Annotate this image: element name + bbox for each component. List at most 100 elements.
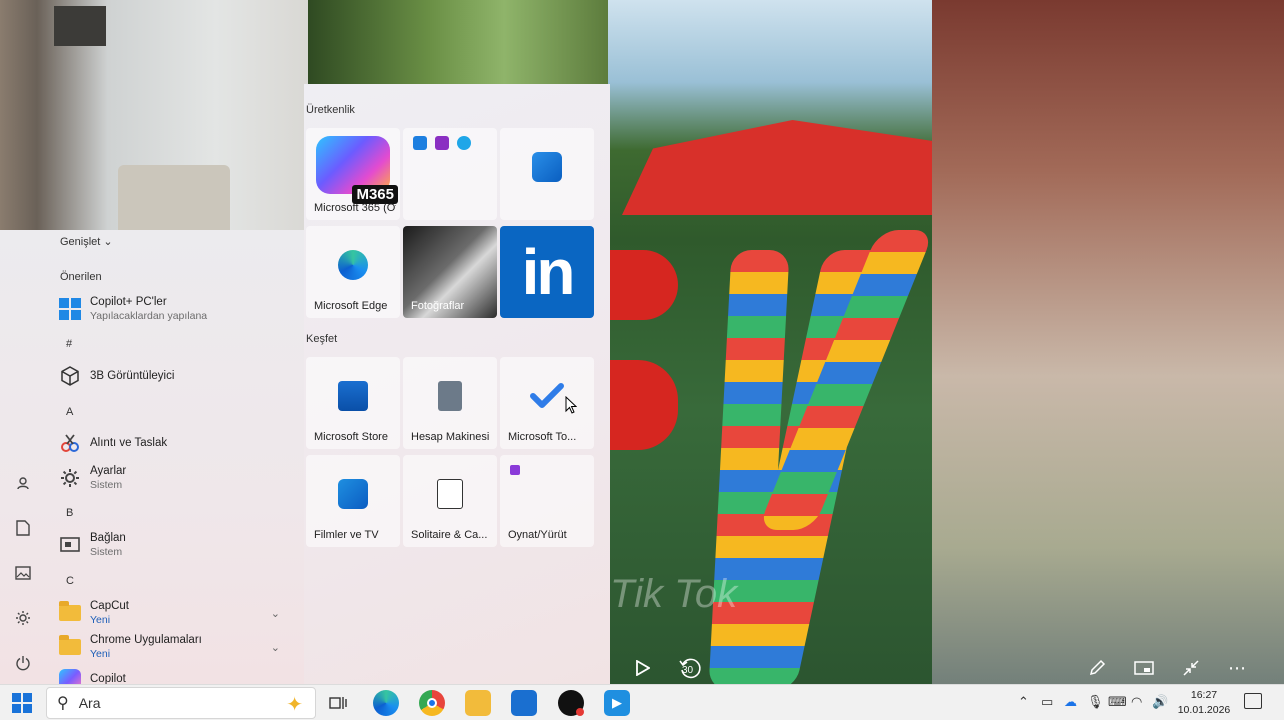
app-copilot-pcs[interactable]: Copilot+ PC'ler Yapılacaklardan yapılana: [58, 295, 284, 323]
app-name: Copilot+ PC'ler: [90, 296, 167, 308]
task-view-icon: [329, 697, 347, 709]
app-name: Ayarlar: [90, 465, 127, 477]
tile-label: Solitaire & Ca...: [411, 529, 488, 541]
tile-label: Microsoft Edge: [314, 300, 388, 312]
group-header-discover: Keşfet: [306, 333, 338, 345]
new-badge: Yeni: [90, 614, 111, 626]
app-name: Copilot: [90, 673, 126, 684]
blurred-background: [930, 0, 1284, 684]
chevron-down-icon[interactable]: ⌄: [271, 641, 280, 654]
pictures-button[interactable]: [8, 558, 38, 588]
tile-label: Fotoğraflar: [411, 300, 465, 312]
movies-taskbar-button[interactable]: ▶: [604, 690, 630, 716]
snipping-tool-icon: [58, 431, 82, 455]
app-subtitle: Yapılacaklardan yapılana: [90, 310, 208, 322]
app-capcut-folder[interactable]: CapCut Yeni ⌄: [58, 599, 284, 627]
tile-calculator[interactable]: Hesap Makinesi: [403, 357, 497, 449]
search-box[interactable]: ⚲ Ara ✦: [46, 687, 316, 719]
exit-fullscreen-button[interactable]: [1180, 656, 1202, 680]
notification-center-icon[interactable]: [1244, 693, 1262, 709]
video-watermark: Tik Tok: [610, 572, 738, 616]
capcut-taskbar-button[interactable]: [558, 690, 584, 716]
start-button[interactable]: [12, 693, 32, 713]
tile-microsoft-edge[interactable]: Microsoft Edge: [306, 226, 400, 318]
app-copilot[interactable]: Copilot: [58, 668, 284, 684]
chrome-taskbar-button[interactable]: [419, 690, 445, 716]
more-options-button[interactable]: ⋯: [1226, 656, 1248, 680]
microphone-icon[interactable]: 🎙: [1087, 694, 1104, 710]
documents-button[interactable]: [8, 513, 38, 543]
edit-button[interactable]: [1086, 656, 1108, 680]
app-settings[interactable]: Ayarlar Sistem: [58, 464, 284, 492]
tile-solitaire[interactable]: Solitaire & Ca...: [403, 455, 497, 547]
microsoft-365-icon: M365: [316, 136, 398, 204]
app-snipping-tool[interactable]: Alıntı ve Taslak: [58, 431, 284, 455]
clock[interactable]: 16:27 10.01.2026: [1176, 688, 1232, 718]
video-player[interactable]: Tik Tok: [608, 0, 932, 684]
gear-icon: [16, 611, 30, 625]
letter-header[interactable]: A: [66, 406, 73, 418]
show-hidden-icons-button[interactable]: ⌃: [1018, 694, 1029, 710]
file-explorer-button[interactable]: [465, 690, 491, 716]
tray-device-icon[interactable]: ▭: [1041, 694, 1053, 710]
tile-label: Hesap Makinesi: [411, 431, 490, 443]
miniplayer-button[interactable]: [1132, 656, 1156, 680]
user-account-button[interactable]: [8, 468, 38, 498]
tile-label: Microsoft Store: [314, 431, 388, 443]
letter-header[interactable]: C: [66, 575, 74, 587]
onenote-icon: [435, 136, 449, 150]
new-badge: Yeni: [90, 648, 111, 660]
app-subtitle: Sistem: [90, 479, 123, 491]
start-side-rail: [8, 468, 38, 693]
app-connect[interactable]: Bağlan Sistem: [58, 531, 284, 559]
recommended-header: Önerilen: [60, 271, 102, 283]
tile-microsoft-store[interactable]: Microsoft Store: [306, 357, 400, 449]
wifi-icon[interactable]: ◠: [1131, 694, 1142, 710]
edge-taskbar-button[interactable]: [373, 690, 399, 716]
task-view-button[interactable]: [325, 690, 351, 716]
video-red-slide: [608, 360, 678, 450]
play-button[interactable]: [632, 656, 654, 680]
mouse-cursor-icon: [565, 396, 577, 414]
tile-movies-tv[interactable]: Filmler ve TV: [306, 455, 400, 547]
outlook-icon: [532, 152, 562, 182]
volume-icon[interactable]: 🔊: [1152, 694, 1168, 710]
settings-button[interactable]: [8, 603, 38, 633]
app-3d-viewer[interactable]: 3B Görüntüleyici: [58, 364, 284, 388]
tile-linkedin[interactable]: in: [500, 226, 594, 318]
store-taskbar-button[interactable]: [511, 690, 537, 716]
folder-icon: [58, 635, 82, 659]
tile-microsoft-todo[interactable]: Microsoft To...: [500, 357, 594, 449]
search-placeholder: Ara: [78, 695, 101, 711]
clock-time: 16:27: [1190, 689, 1218, 701]
tile-office-apps-group[interactable]: [403, 128, 497, 220]
replay-30-button[interactable]: 30: [676, 656, 704, 680]
edge-icon: [338, 250, 368, 280]
linkedin-logo-icon: in: [521, 236, 576, 308]
tile-label: Filmler ve TV: [314, 529, 379, 541]
chevron-down-icon[interactable]: ⌄: [271, 607, 280, 620]
letter-header[interactable]: #: [66, 338, 72, 350]
solitaire-cards-icon: [437, 479, 463, 509]
power-button[interactable]: [8, 648, 38, 678]
3d-viewer-icon: [58, 364, 82, 388]
ime-icon[interactable]: ⌨: [1108, 694, 1127, 710]
app-name: Bağlan: [90, 532, 126, 544]
app-chrome-apps-folder[interactable]: Chrome Uygulamaları Yeni ⌄: [58, 633, 284, 661]
onedrive-tray-icon[interactable]: ☁: [1064, 694, 1077, 710]
document-icon: [16, 520, 30, 536]
taskbar: ⚲ Ara ✦ ▶ ⌃ ▭ ☁ 🎙 ⌨ ◠ 🔊 16:27 10.01.2026: [0, 684, 1284, 720]
image-icon: [15, 566, 31, 580]
tile-outlook[interactable]: [500, 128, 594, 220]
webcam-overlay: [0, 0, 308, 232]
tile-play[interactable]: Oynat/Yürüt: [500, 455, 594, 547]
app-name: Chrome Uygulamaları: [90, 634, 202, 646]
expand-button[interactable]: Genişlet ⌄: [60, 235, 113, 248]
webcam-chair: [118, 165, 230, 232]
letter-header[interactable]: B: [66, 507, 73, 519]
skype-icon: [457, 136, 471, 150]
tile-microsoft-365[interactable]: M365 Microsoft 365 (Office): [306, 128, 400, 220]
tile-photos[interactable]: Fotoğraflar: [403, 226, 497, 318]
notification-dot: [576, 708, 584, 716]
ellipsis-icon: ⋯: [1228, 657, 1246, 678]
